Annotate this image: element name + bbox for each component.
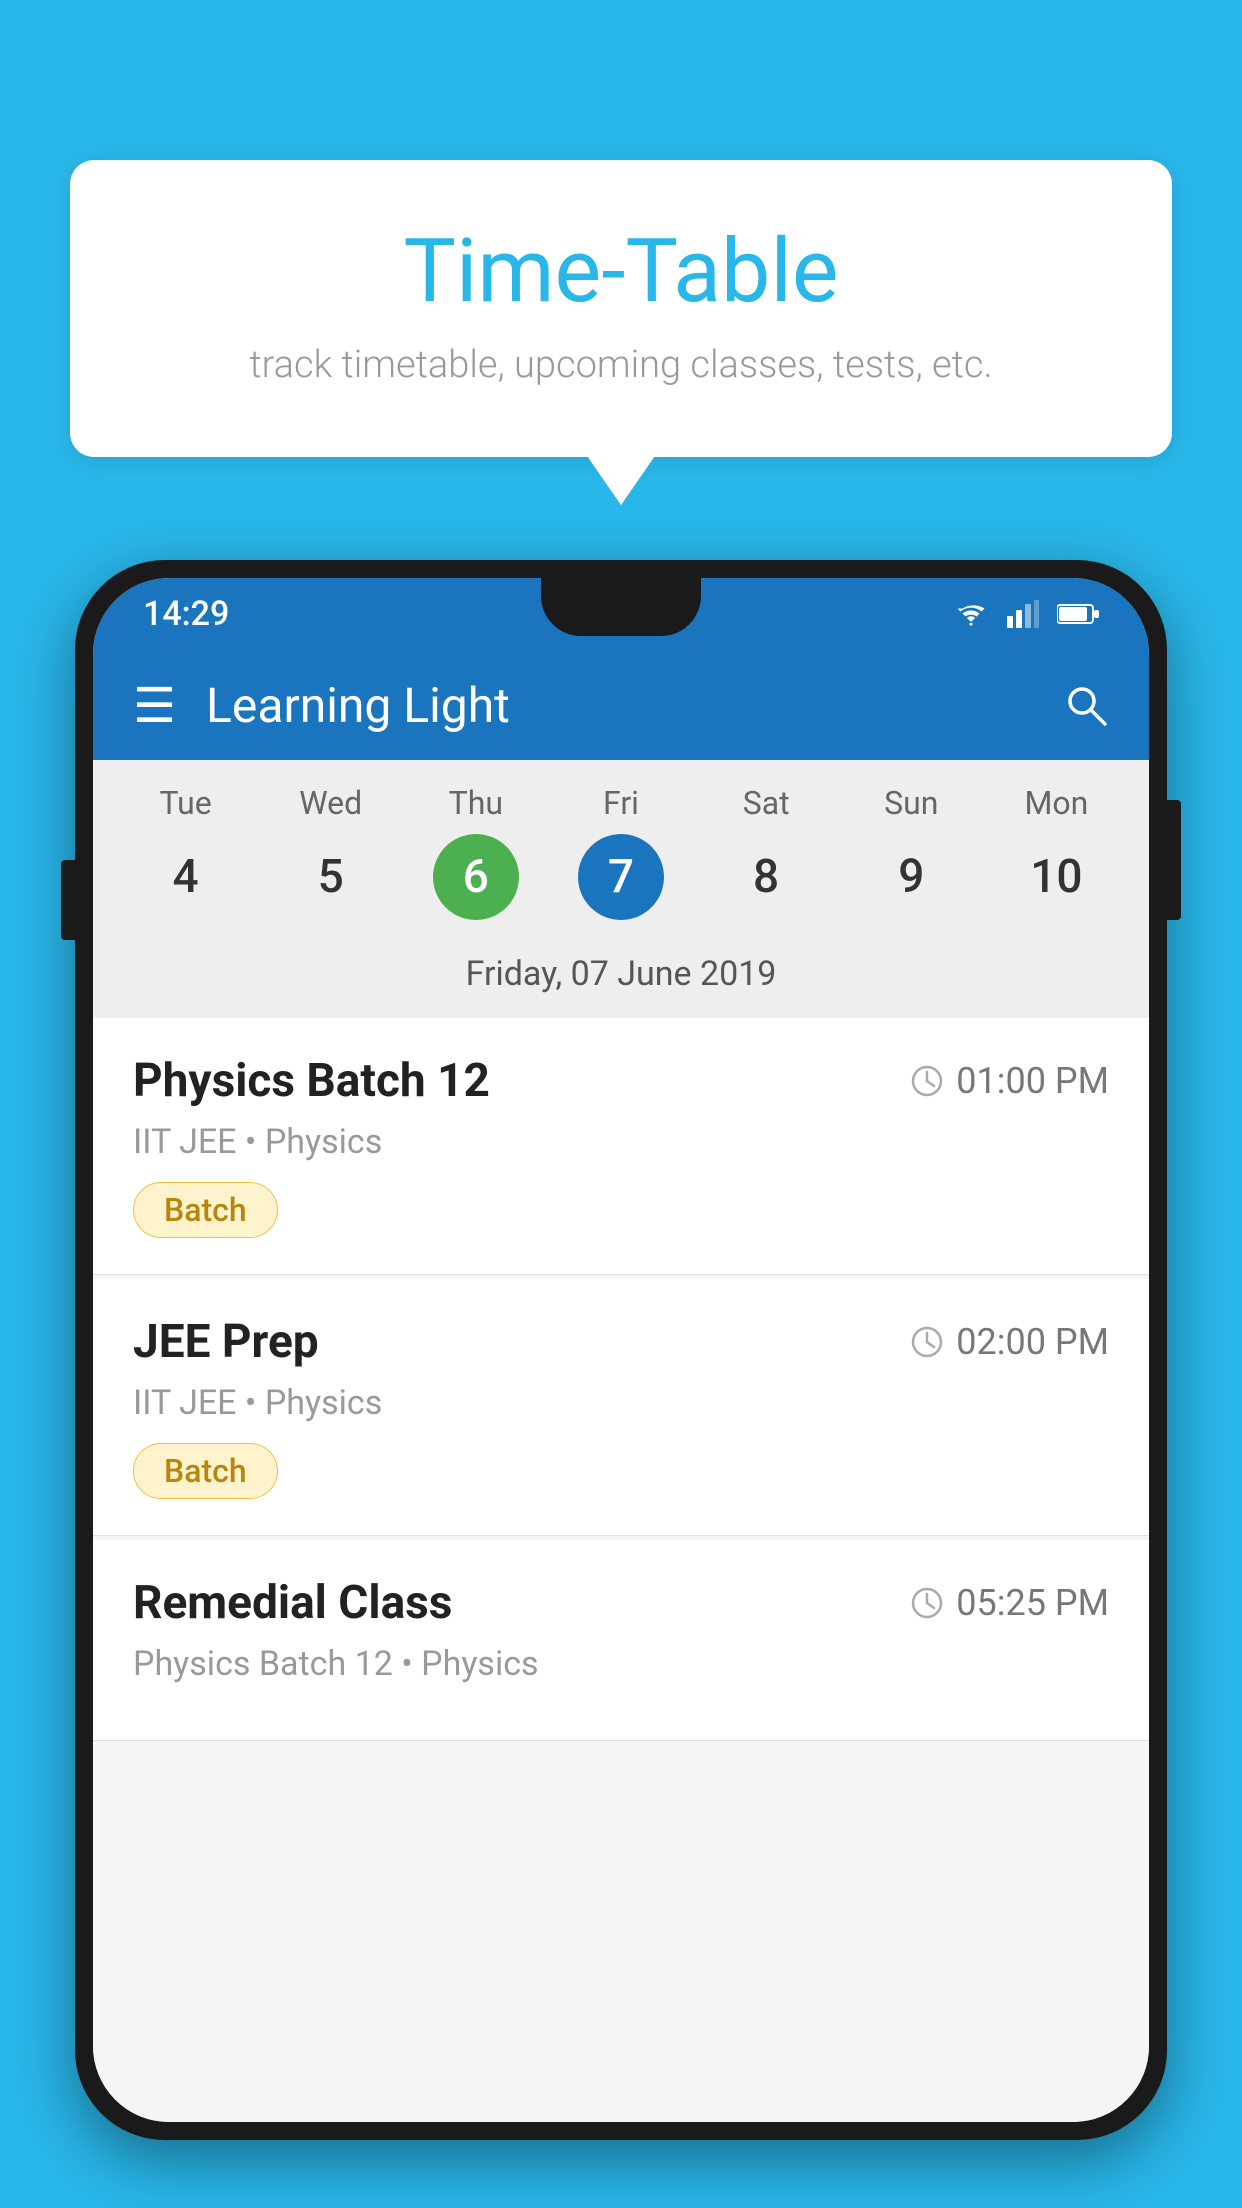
search-icon[interactable] bbox=[1063, 682, 1109, 728]
signal-icon bbox=[1007, 600, 1039, 628]
schedule-meta: IIT JEE • Physics bbox=[133, 1383, 1109, 1423]
day-col-fri[interactable]: Fri 7 bbox=[561, 784, 681, 920]
day-col-sun[interactable]: Sun 9 bbox=[851, 784, 971, 920]
status-icons bbox=[953, 600, 1099, 628]
hamburger-icon[interactable]: ☰ bbox=[133, 677, 176, 734]
schedule-item[interactable]: Remedial Class 05:25 PM Physics Batch 12 … bbox=[93, 1540, 1149, 1741]
day-col-tue[interactable]: Tue 4 bbox=[126, 784, 246, 920]
schedule-name: Remedial Class bbox=[133, 1576, 452, 1630]
day-number: 9 bbox=[868, 834, 954, 920]
speech-bubble-subtitle: track timetable, upcoming classes, tests… bbox=[150, 343, 1092, 387]
day-col-sat[interactable]: Sat 8 bbox=[706, 784, 826, 920]
day-number: 7 bbox=[578, 834, 664, 920]
schedule-name: JEE Prep bbox=[133, 1315, 319, 1369]
schedule-time: 01:00 PM bbox=[910, 1060, 1109, 1102]
wifi-icon bbox=[953, 600, 989, 628]
day-col-mon[interactable]: Mon 10 bbox=[996, 784, 1116, 920]
batch-badge: Batch bbox=[133, 1443, 278, 1499]
phone-screen: 14:29 bbox=[93, 578, 1149, 2122]
phone-notch bbox=[541, 578, 701, 636]
app-bar: ☰ Learning Light bbox=[93, 650, 1149, 760]
schedule-item[interactable]: JEE Prep 02:00 PM IIT JEE • Physics Batch bbox=[93, 1279, 1149, 1536]
clock-icon bbox=[910, 1325, 944, 1359]
batch-badge: Batch bbox=[133, 1182, 278, 1238]
days-row: Tue 4 Wed 5 Thu 6 Fri 7 Sat 8 Sun 9 Mon 10 bbox=[93, 784, 1149, 920]
time-text: 02:00 PM bbox=[956, 1321, 1109, 1363]
day-number: 6 bbox=[433, 834, 519, 920]
selected-date-label: Friday, 07 June 2019 bbox=[93, 936, 1149, 1018]
speech-bubble-area: Time-Table track timetable, upcoming cla… bbox=[70, 160, 1172, 457]
schedule-item-header: Physics Batch 12 01:00 PM bbox=[133, 1054, 1109, 1108]
time-text: 05:25 PM bbox=[956, 1582, 1109, 1624]
day-label: Mon bbox=[1024, 784, 1088, 822]
speech-bubble-title: Time-Table bbox=[150, 220, 1092, 323]
clock-icon bbox=[910, 1064, 944, 1098]
phone-wrapper: 14:29 bbox=[75, 560, 1167, 2208]
battery-icon bbox=[1057, 603, 1099, 625]
day-number: 5 bbox=[288, 834, 374, 920]
schedule-time: 05:25 PM bbox=[910, 1582, 1109, 1624]
schedule-name: Physics Batch 12 bbox=[133, 1054, 490, 1108]
day-label: Wed bbox=[299, 784, 362, 822]
schedule-item-header: JEE Prep 02:00 PM bbox=[133, 1315, 1109, 1369]
day-col-thu[interactable]: Thu 6 bbox=[416, 784, 536, 920]
schedule-item-header: Remedial Class 05:25 PM bbox=[133, 1576, 1109, 1630]
day-label: Sun bbox=[884, 784, 938, 822]
phone-frame: 14:29 bbox=[75, 560, 1167, 2140]
clock-icon bbox=[910, 1586, 944, 1620]
schedule-list: Physics Batch 12 01:00 PM IIT JEE • Physi… bbox=[93, 1018, 1149, 2122]
day-col-wed[interactable]: Wed 5 bbox=[271, 784, 391, 920]
app-title: Learning Light bbox=[206, 677, 1063, 734]
schedule-time: 02:00 PM bbox=[910, 1321, 1109, 1363]
schedule-item[interactable]: Physics Batch 12 01:00 PM IIT JEE • Physi… bbox=[93, 1018, 1149, 1275]
day-label: Fri bbox=[603, 784, 639, 822]
day-label: Sat bbox=[743, 784, 790, 822]
day-number: 4 bbox=[143, 834, 229, 920]
speech-bubble-card: Time-Table track timetable, upcoming cla… bbox=[70, 160, 1172, 457]
day-label: Tue bbox=[159, 784, 211, 822]
day-number: 8 bbox=[723, 834, 809, 920]
schedule-meta: Physics Batch 12 • Physics bbox=[133, 1644, 1109, 1684]
day-label: Thu bbox=[449, 784, 503, 822]
status-time: 14:29 bbox=[143, 594, 229, 634]
schedule-meta: IIT JEE • Physics bbox=[133, 1122, 1109, 1162]
day-number: 10 bbox=[1013, 834, 1099, 920]
time-text: 01:00 PM bbox=[956, 1060, 1109, 1102]
calendar-section: Tue 4 Wed 5 Thu 6 Fri 7 Sat 8 Sun 9 Mon 10 Friday, 07… bbox=[93, 760, 1149, 1018]
